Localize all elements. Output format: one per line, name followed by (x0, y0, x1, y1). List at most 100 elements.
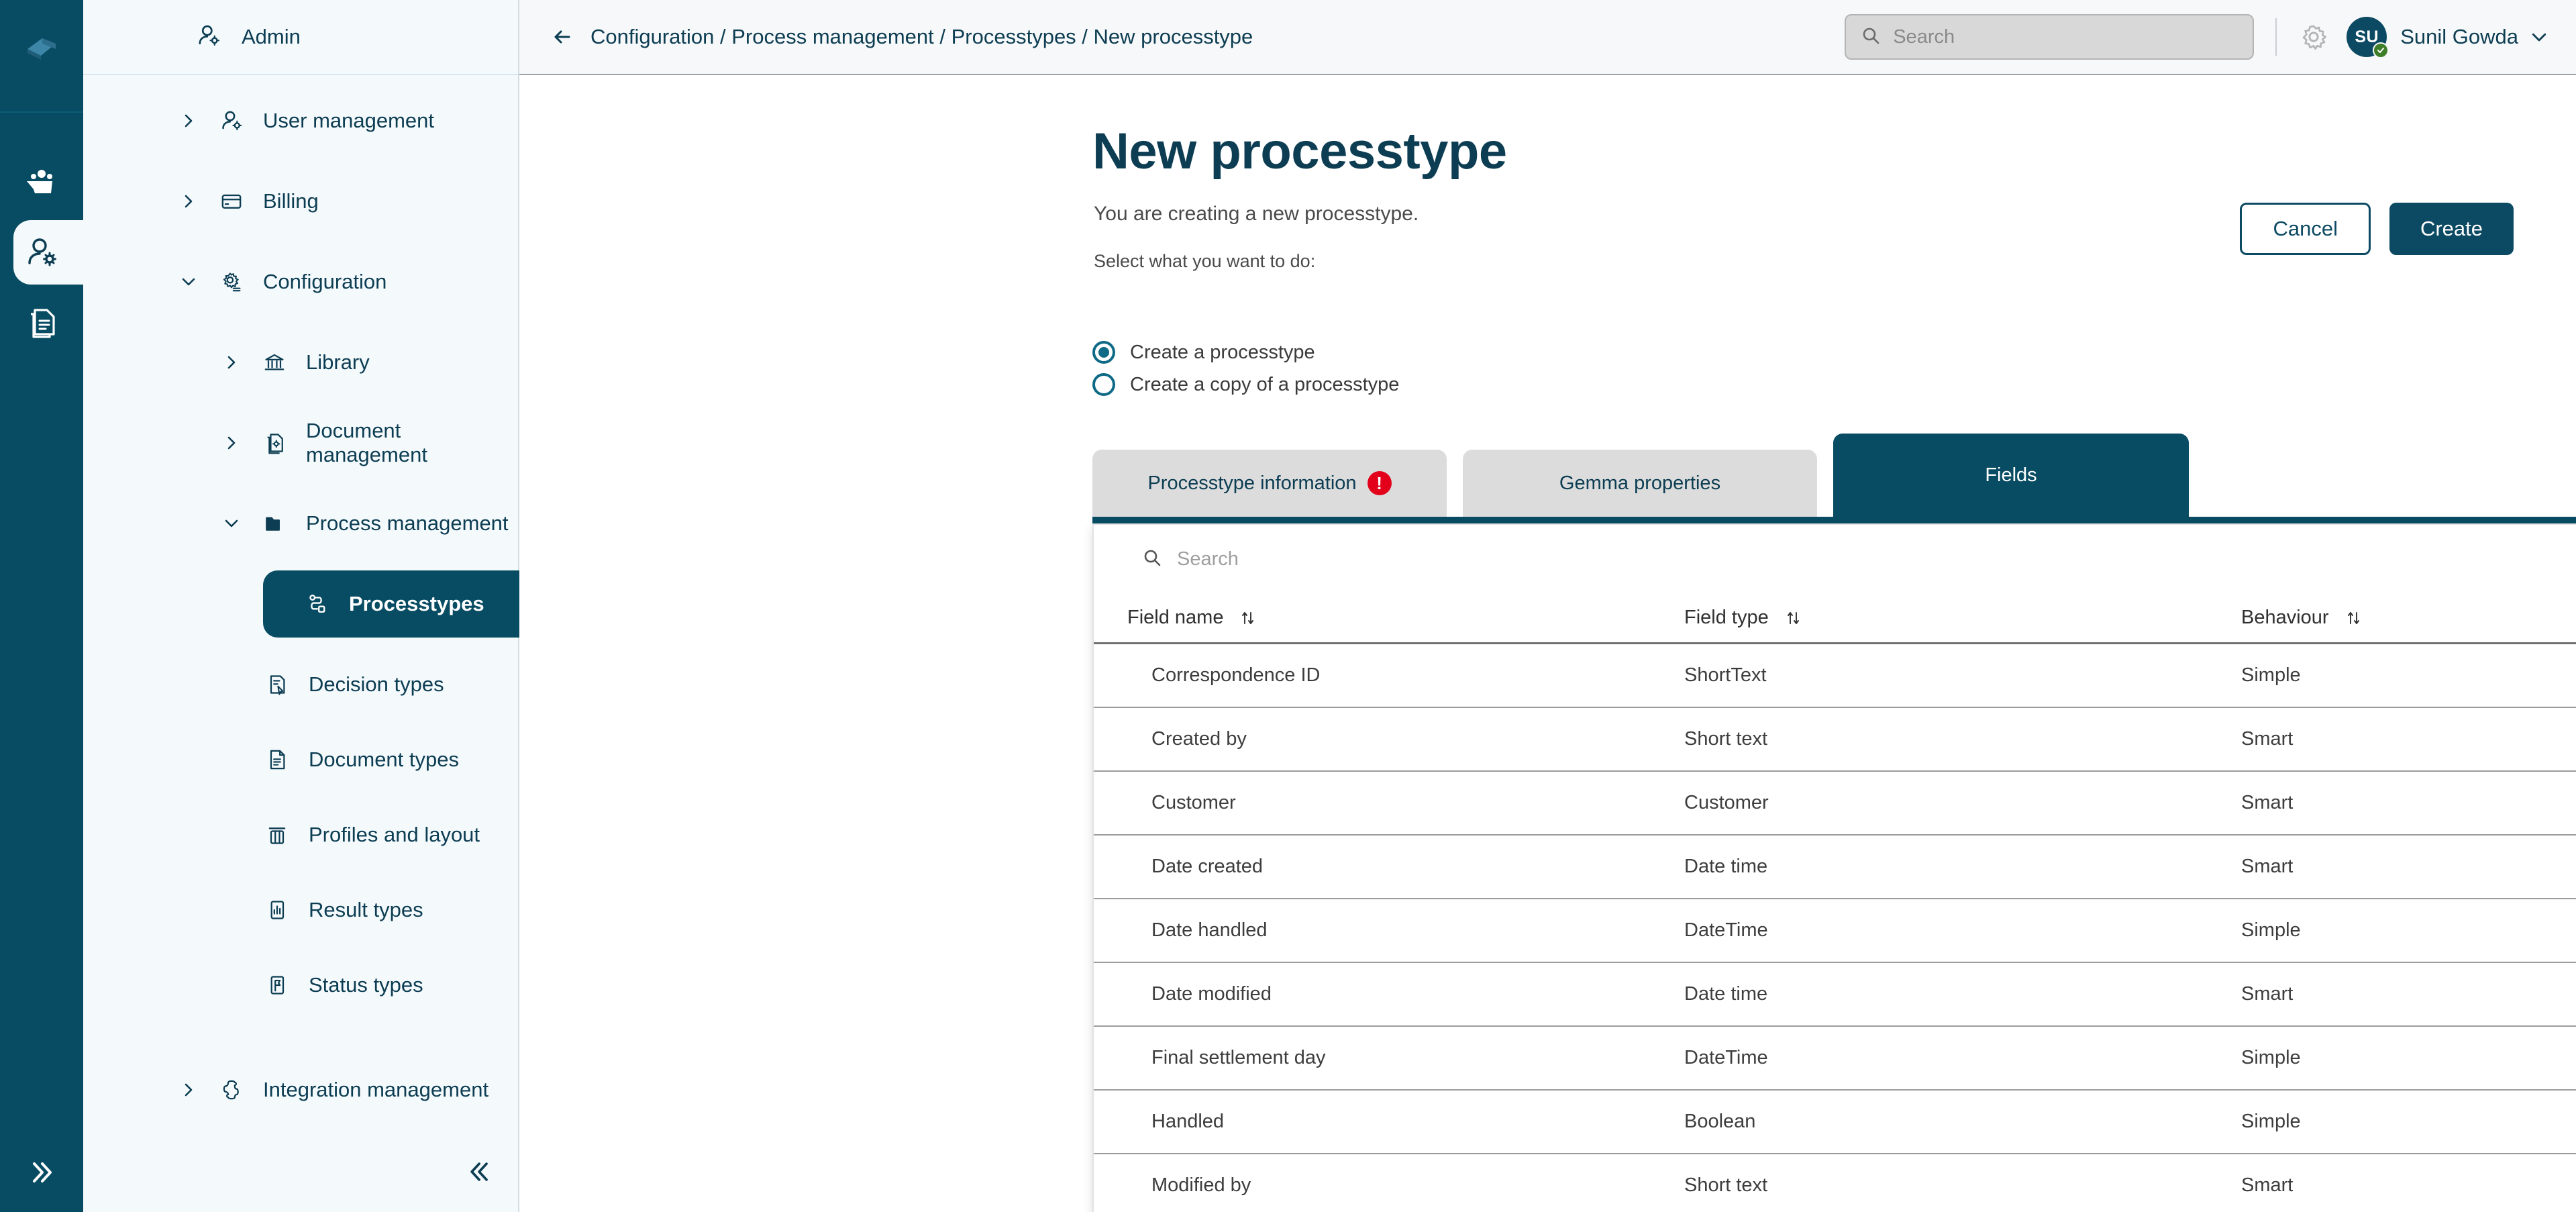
global-search-placeholder: Search (1893, 26, 1955, 48)
cell-field-name: Correspondence ID (1127, 664, 1684, 687)
cell-behaviour: Smart (2241, 983, 2576, 1005)
search-icon (1142, 548, 1162, 571)
page-title: New processtype (1092, 122, 1507, 181)
sidebar-item-label: Document management (306, 419, 518, 467)
create-button[interactable]: Create (2389, 203, 2514, 255)
breadcrumb[interactable]: Configuration / Process management / Pro… (590, 25, 1253, 49)
table-row[interactable]: HandledBooleanSimple (1094, 1091, 2576, 1154)
table-row[interactable]: CustomerCustomerSmart (1094, 772, 2576, 836)
sidebar-item-document-management[interactable]: Document management (83, 415, 518, 471)
search-icon (1861, 26, 1881, 49)
rail-item-admin[interactable] (0, 217, 83, 287)
tab-label: Processtype information (1147, 472, 1356, 495)
tab-processtype-information[interactable]: Processtype information ! (1092, 450, 1447, 517)
sidebar-item-label: Billing (263, 189, 319, 213)
fields-search-placeholder: Search (1177, 548, 1239, 570)
layout-columns-icon (263, 823, 291, 847)
table-header-row: Field name Field type (1094, 593, 2576, 644)
tab-bar: Processtype information ! Gemma properti… (1092, 434, 2189, 517)
sidebar-item-processtypes[interactable]: Processtypes (263, 570, 548, 638)
chevron-down-icon[interactable] (2529, 27, 2549, 47)
gear-icon[interactable] (2298, 21, 2329, 52)
puzzle-icon (217, 1078, 246, 1102)
rail-expand-button[interactable] (0, 1157, 83, 1188)
table-row[interactable]: Created byShort textSmart (1094, 708, 2576, 772)
cell-field-type: DateTime (1684, 919, 2241, 942)
sidebar-item-label: Status types (309, 973, 423, 997)
radio-label: Create a processtype (1130, 342, 1315, 364)
rail-item-team[interactable] (0, 148, 83, 217)
cell-behaviour: Simple (2241, 664, 2576, 687)
table-row[interactable]: Date handledDateTimeSimple (1094, 899, 2576, 963)
global-search-input[interactable]: Search (1845, 14, 2254, 60)
top-bar: Configuration / Process management / Pro… (519, 0, 2576, 75)
cell-field-type: Short text (1684, 728, 2241, 750)
sidebar-collapse-button[interactable] (466, 1158, 494, 1189)
flag-doc-icon (263, 973, 291, 997)
sidebar-item-label: User management (263, 109, 434, 133)
select-action-label: Select what you want to do: (1094, 251, 1315, 272)
app-logo (21, 28, 62, 68)
table-row[interactable]: Correspondence IDShortTextSimple (1094, 644, 2576, 708)
sidebar-item-result-types[interactable]: Result types (83, 882, 518, 938)
cell-field-type: Boolean (1684, 1111, 2241, 1133)
sidebar-item-label: Integration management (263, 1078, 488, 1102)
back-arrow-icon[interactable] (549, 23, 576, 50)
sidebar-item-document-types[interactable]: Document types (83, 731, 518, 788)
column-header-field-name[interactable]: Field name (1127, 607, 1684, 629)
sidebar-item-process-management[interactable]: Process management (83, 495, 518, 552)
sidebar-item-integration-management[interactable]: Integration management (83, 1062, 518, 1118)
user-settings-icon (196, 23, 221, 52)
chevron-right-icon (177, 193, 200, 209)
tab-gemma-properties[interactable]: Gemma properties (1463, 450, 1817, 517)
cell-behaviour: Smart (2241, 856, 2576, 878)
page-action-buttons: Cancel Create (2240, 203, 2514, 255)
sidebar-item-label: Processtypes (349, 592, 484, 616)
sort-icon[interactable] (1239, 609, 1257, 627)
sidebar-item-user-management[interactable]: User management (83, 93, 518, 149)
column-header-field-type[interactable]: Field type (1684, 607, 2241, 629)
cancel-button[interactable]: Cancel (2240, 203, 2371, 255)
sidebar-item-library[interactable]: Library (83, 334, 518, 391)
fields-table: Field name Field type (1094, 593, 2576, 1212)
tab-underline (1092, 517, 2576, 523)
tab-fields[interactable]: Fields (1833, 434, 2189, 517)
column-header-behaviour[interactable]: Behaviour (2241, 607, 2576, 629)
sidebar-item-status-types[interactable]: Status types (83, 957, 518, 1013)
sort-icon[interactable] (2345, 609, 2363, 627)
table-row[interactable]: Date createdDate timeSmart (1094, 836, 2576, 899)
table-row[interactable]: Date modifiedDate timeSmart (1094, 963, 2576, 1027)
sidebar-item-billing[interactable]: Billing (83, 173, 518, 230)
process-flow-icon (303, 591, 331, 617)
radio-create-copy-processtype[interactable]: Create a copy of a processtype (1092, 373, 1399, 396)
cell-field-type: Date time (1684, 856, 2241, 878)
cell-behaviour: Smart (2241, 728, 2576, 750)
sidebar-item-profiles-and-layout[interactable]: Profiles and layout (83, 807, 518, 863)
cell-behaviour: Simple (2241, 1111, 2576, 1133)
chevron-right-icon (220, 435, 243, 451)
radio-selected-icon (1092, 341, 1115, 364)
sidebar-item-label: Document types (309, 748, 459, 772)
radio-unselected-icon (1092, 373, 1115, 396)
avatar[interactable]: SU (2347, 17, 2387, 57)
fields-search-input[interactable]: Search (1142, 548, 1239, 571)
error-badge-icon: ! (1368, 471, 1392, 495)
credit-card-icon (217, 189, 246, 213)
sort-icon[interactable] (1785, 609, 1802, 627)
radio-create-processtype[interactable]: Create a processtype (1092, 341, 1315, 364)
sidebar-item-configuration[interactable]: Configuration (83, 254, 518, 310)
column-label: Behaviour (2241, 607, 2329, 629)
fields-panel-toolbar: Search Add new field Tot (1094, 525, 2576, 593)
chevron-right-icon (177, 113, 200, 129)
table-row[interactable]: Final settlement dayDateTimeSimple (1094, 1027, 2576, 1091)
status-badge (2373, 42, 2389, 58)
user-name[interactable]: Sunil Gowda (2400, 25, 2518, 49)
sidebar-item-decision-types[interactable]: Decision types (83, 656, 518, 713)
rail-item-documents[interactable] (0, 287, 83, 357)
sidebar-item-label: Library (306, 350, 370, 374)
cell-field-type: Short text (1684, 1174, 2241, 1197)
chevron-right-icon (220, 354, 243, 370)
table-row[interactable]: Modified byShort textSmart (1094, 1154, 2576, 1212)
gear-list-icon (217, 270, 246, 294)
cell-field-name: Created by (1127, 728, 1684, 750)
